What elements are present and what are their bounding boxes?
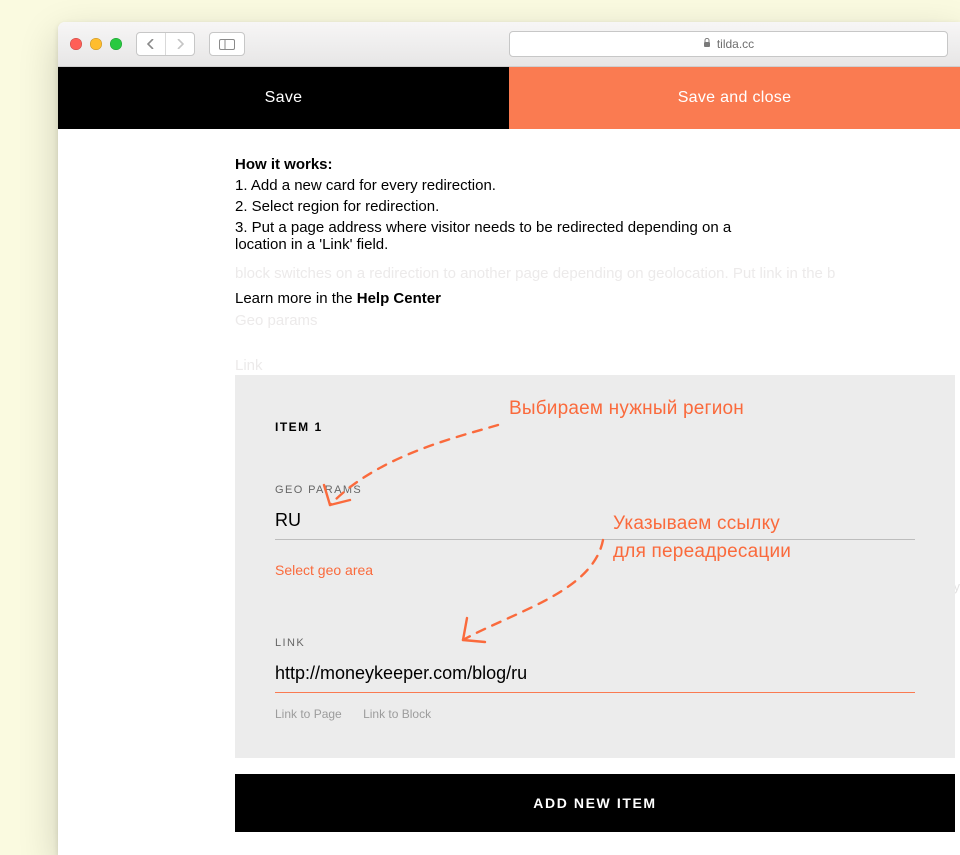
geo-params-input[interactable] <box>275 510 915 540</box>
how-step-1: 1. Add a new card for every redirection. <box>235 177 778 194</box>
how-title: How it works: <box>235 156 333 173</box>
learn-more-prefix: Learn more in the <box>235 290 357 307</box>
link-label: LINK <box>275 637 915 649</box>
close-window-button[interactable] <box>70 38 82 50</box>
address-bar-domain: tilda.cc <box>717 37 754 51</box>
link-input[interactable] <box>275 663 915 693</box>
lock-icon <box>703 38 711 50</box>
link-helpers: Link to Page Link to Block <box>275 707 915 721</box>
page: Save Save and close block switches on a … <box>58 67 960 855</box>
help-center-link[interactable]: Help Center <box>357 290 441 307</box>
save-and-close-button[interactable]: Save and close <box>509 67 960 129</box>
window-titlebar: tilda.cc <box>58 22 960 67</box>
redirect-item-card: ITEM 1 GEO PARAMS Select geo area LINK L… <box>235 375 955 758</box>
learn-more: Learn more in the Help Center <box>235 290 778 307</box>
how-it-works: How it works: 1. Add a new card for ever… <box>58 129 778 307</box>
editor-topbar: Save Save and close <box>58 67 960 129</box>
item-title: ITEM 1 <box>275 420 915 434</box>
sidebar-toggle-button[interactable] <box>209 32 245 56</box>
how-step-3: 3. Put a page address where visitor need… <box>235 219 778 253</box>
window-traffic-lights <box>70 38 122 50</box>
minimize-window-button[interactable] <box>90 38 102 50</box>
zoom-window-button[interactable] <box>110 38 122 50</box>
geo-params-label: GEO PARAMS <box>275 484 915 496</box>
add-new-item-button[interactable]: ADD NEW ITEM <box>235 774 955 832</box>
how-step-2: 2. Select region for redirection. <box>235 198 778 215</box>
link-to-block[interactable]: Link to Block <box>363 707 431 721</box>
nav-back-button[interactable] <box>137 33 165 55</box>
ghost-text: Geo params <box>235 312 318 329</box>
link-to-page[interactable]: Link to Page <box>275 707 342 721</box>
select-geo-area-link[interactable]: Select geo area <box>275 562 373 578</box>
ghost-text: Link <box>235 357 263 374</box>
address-bar[interactable]: tilda.cc <box>509 31 948 57</box>
browser-window: tilda.cc Save Save and close block switc… <box>58 22 960 855</box>
nav-forward-button[interactable] <box>165 33 194 55</box>
save-button[interactable]: Save <box>58 67 509 129</box>
nav-back-forward-group <box>136 32 195 56</box>
